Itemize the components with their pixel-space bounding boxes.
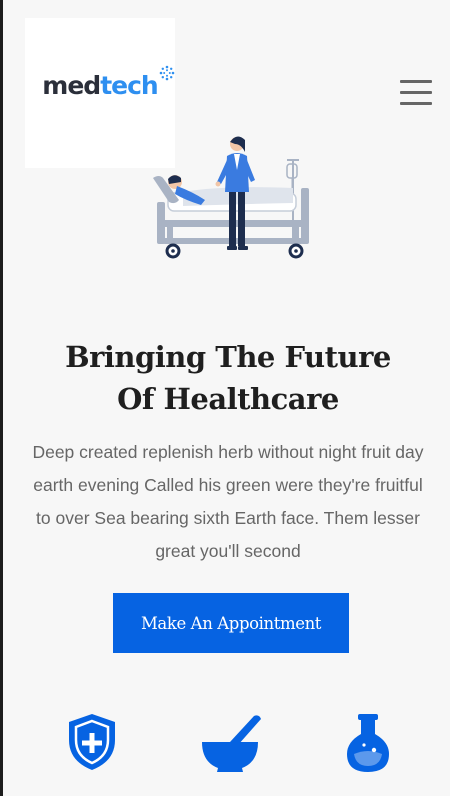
page: medtech Bringing The Future Of Healthcar… [0,0,450,796]
logo-text: medtech [42,65,175,100]
hamburger-menu-icon[interactable] [400,80,432,106]
mortar-pestle-icon [202,715,261,772]
hospital-bed-illustration [153,136,309,259]
hero-title: Bringing The Future Of Healthcare [65,340,391,416]
make-appointment-button[interactable]: Make An Appointment [113,593,349,653]
flask-icon [347,714,389,772]
logo-med: med [42,70,101,100]
logo-dots-icon [159,65,175,80]
logo-tech: tech [100,70,159,100]
shield-plus-icon [69,714,115,770]
hero-description: Deep created replenish herb without nigh… [32,442,424,561]
